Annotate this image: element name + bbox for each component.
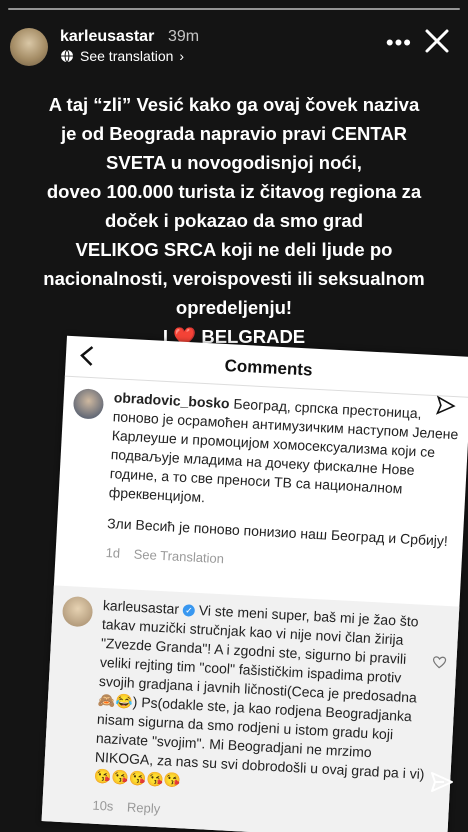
commenter-avatar: [72, 388, 105, 420]
see-translation-label: See translation: [80, 48, 174, 64]
embedded-comments-screenshot: Comments obradovic_bosko Београд, српска…: [41, 335, 468, 832]
globe-icon: [61, 49, 73, 63]
caption-line: A taj “zli” Vesić kako ga ovaj čovek naz…: [48, 94, 420, 115]
comment-2: karleusastar ✓ Vi ste meni super, baš mi…: [52, 594, 433, 832]
caption-line: je od Beograda napravio pravi CENTAR: [60, 123, 408, 144]
story-progress-bar: [8, 8, 460, 10]
story-header: karleusastar 39m See translation › •••: [10, 24, 458, 70]
more-options-icon[interactable]: •••: [386, 30, 412, 56]
see-translation-label: See Translation: [133, 546, 225, 567]
comment-text: Београд, српска престоница, поново је ос…: [108, 395, 459, 506]
comments-title: Comments: [224, 356, 313, 380]
comment-time: 1d: [105, 545, 121, 561]
reply-label: Reply: [126, 799, 161, 817]
commenter-avatar: [61, 595, 94, 628]
caption-line: SVETA u novogodisnjoj noći,: [106, 152, 362, 173]
like-heart-icon: [432, 656, 447, 669]
comment-time: 10s: [92, 797, 114, 814]
post-time: 39m: [168, 28, 200, 45]
verified-badge-icon: ✓: [182, 604, 196, 618]
caption-line: nacionalnosti, veroispovesti ili seksual…: [43, 268, 425, 289]
see-translation-link[interactable]: See translation ›: [60, 48, 184, 64]
caption-line: VELIKOG SRCA koji ne deli ljude po: [75, 239, 393, 260]
caption-line: doček i pokazao da smo grad: [104, 210, 364, 231]
commenter-username: karleusastar: [102, 596, 180, 617]
story-caption: A taj “zli” Vesić kako ga ovaj čovek naz…: [0, 90, 468, 351]
avatar[interactable]: [10, 28, 48, 66]
caption-line: doveo 100.000 turista iz čitavog regiona…: [46, 181, 422, 202]
comment-meta: 1d See Translation: [105, 543, 452, 580]
chevron-right-icon: ›: [179, 48, 185, 64]
caption-line: opredeljenju!: [175, 297, 293, 318]
comment-text: Vi ste meni super, baš mi je žao što tak…: [94, 601, 425, 783]
username[interactable]: karleusastar: [60, 28, 154, 46]
commenter-username: obradovic_bosko: [113, 389, 231, 412]
send-message-icon[interactable]: [430, 770, 454, 794]
story-view: karleusastar 39m See translation › ••• A…: [0, 0, 468, 832]
close-icon[interactable]: [422, 26, 452, 56]
comment-1: obradovic_bosko Београд, српска престони…: [65, 386, 460, 580]
